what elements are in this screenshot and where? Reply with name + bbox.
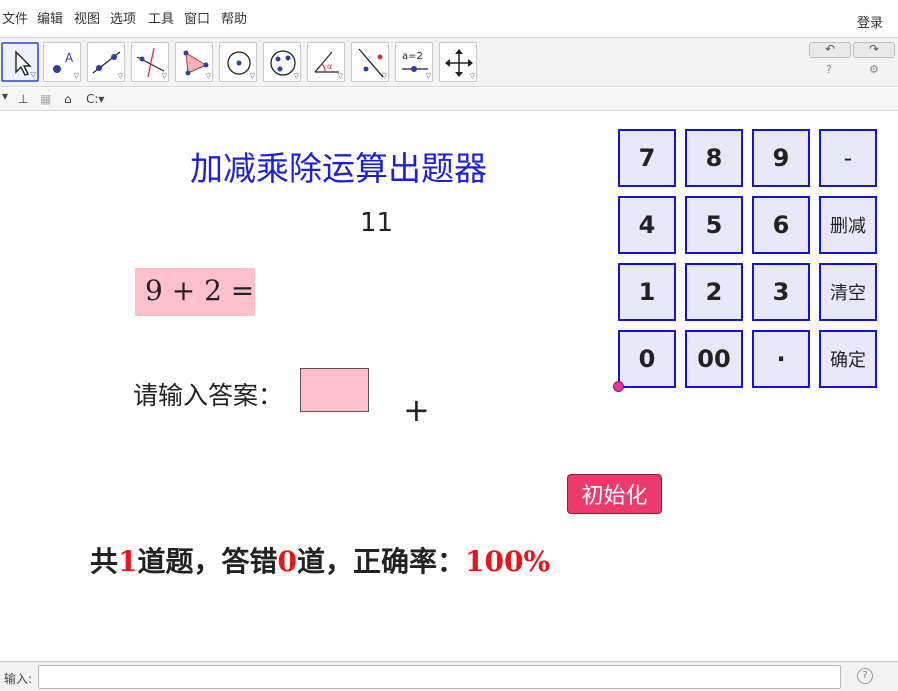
key-0[interactable]: 0 [618,330,676,388]
key-clear[interactable]: 清空 [819,263,877,321]
menu-window[interactable]: 窗口 [184,12,210,28]
stats-prefix: 共 [90,545,119,578]
key-9[interactable]: 9 [752,129,810,187]
anchor-point[interactable] [613,381,624,392]
point-tool-button[interactable]: A ▽ [43,42,81,82]
input-help-icon[interactable]: ? [857,668,873,684]
undo-button[interactable]: ↶ [809,42,851,58]
question-box: 9 + 2 = [135,268,255,316]
polygon-tool-button[interactable]: ▽ [175,42,213,82]
angle-tool-button[interactable]: α ▽ [307,42,345,82]
view-bar: ▾ ⊥ ▦ ⌂ C:▾ [0,88,898,111]
line-tool-button[interactable]: ▽ [87,42,125,82]
svg-text:α: α [327,62,332,71]
key-minus[interactable]: - [819,129,877,187]
graphics-canvas[interactable]: 加减乘除运算出题器 11 9 + 2 = 请输入答案： + 7 8 9 - 4 … [0,112,898,661]
reflect-tool-button[interactable]: ▽ [351,42,389,82]
redo-button[interactable]: ↷ [853,42,895,58]
crosshair-icon: + [403,391,430,429]
svg-text:A: A [65,51,74,65]
page-title: 加减乘除运算出题器 [190,149,487,188]
key-2[interactable]: 2 [685,263,743,321]
init-button[interactable]: 初始化 [567,474,662,514]
perpendicular-tool-button[interactable]: ▽ [131,42,169,82]
point-capture-dropdown[interactable]: C:▾ [86,92,104,106]
axes-icon[interactable]: ⊥ [18,92,28,106]
gear-icon[interactable]: ⚙ [869,63,879,76]
stats-line: 共1道题，答错0道，正确率：100% [90,540,550,580]
input-bar: 输入: ? [0,661,898,691]
menu-options[interactable]: 选项 [110,12,136,28]
input-label: 输入: [4,672,33,686]
conic-tool-button[interactable]: ▽ [263,42,301,82]
collapse-arrow-icon[interactable]: ▾ [2,89,8,103]
stats-total: 1 [118,545,138,578]
question-text: 9 + 2 = [145,274,255,307]
stats-suffix: 道，正确率： [297,545,466,578]
menu-help[interactable]: 帮助 [221,12,247,28]
circle-tool-button[interactable]: ▽ [219,42,257,82]
login-link[interactable]: 登录 [857,12,883,31]
move-tool-button[interactable]: ▽ [1,42,39,82]
answer-input[interactable] [300,368,369,412]
toolbar: ▽ A ▽ ▽ ▽ ▽ ▽ ▽ α ▽ ▽ a=2 ▽ ▽ ↶ ↷ ? ⚙ [0,38,898,87]
menu-edit[interactable]: 编辑 [37,12,63,28]
stats-middle: 道题，答错 [137,545,278,578]
menu-file[interactable]: 文件 [2,12,28,28]
result-value: 11 [360,208,394,238]
svg-text:a=2: a=2 [402,51,423,62]
key-4[interactable]: 4 [618,196,676,254]
grid-icon[interactable]: ▦ [40,92,51,106]
answer-prompt: 请输入答案： [133,381,284,410]
stats-rate: 100% [465,545,551,578]
help-icon[interactable]: ? [826,63,832,76]
menu-tools[interactable]: 工具 [148,12,174,28]
menubar: 文件 编辑 视图 选项 工具 窗口 帮助 登录 [0,0,898,38]
key-5[interactable]: 5 [685,196,743,254]
home-icon[interactable]: ⌂ [64,92,72,106]
key-confirm[interactable]: 确定 [819,330,877,388]
key-dot[interactable]: · [752,330,810,388]
key-7[interactable]: 7 [618,129,676,187]
key-1[interactable]: 1 [618,263,676,321]
menu-view[interactable]: 视图 [74,12,100,28]
move-graphics-tool-button[interactable]: ▽ [439,42,477,82]
key-delete[interactable]: 删减 [819,196,877,254]
key-8[interactable]: 8 [685,129,743,187]
key-3[interactable]: 3 [752,263,810,321]
slider-tool-button[interactable]: a=2 ▽ [395,42,433,82]
stats-wrong: 0 [277,545,297,578]
key-00[interactable]: 00 [685,330,743,388]
key-6[interactable]: 6 [752,196,810,254]
command-input[interactable] [38,665,841,689]
